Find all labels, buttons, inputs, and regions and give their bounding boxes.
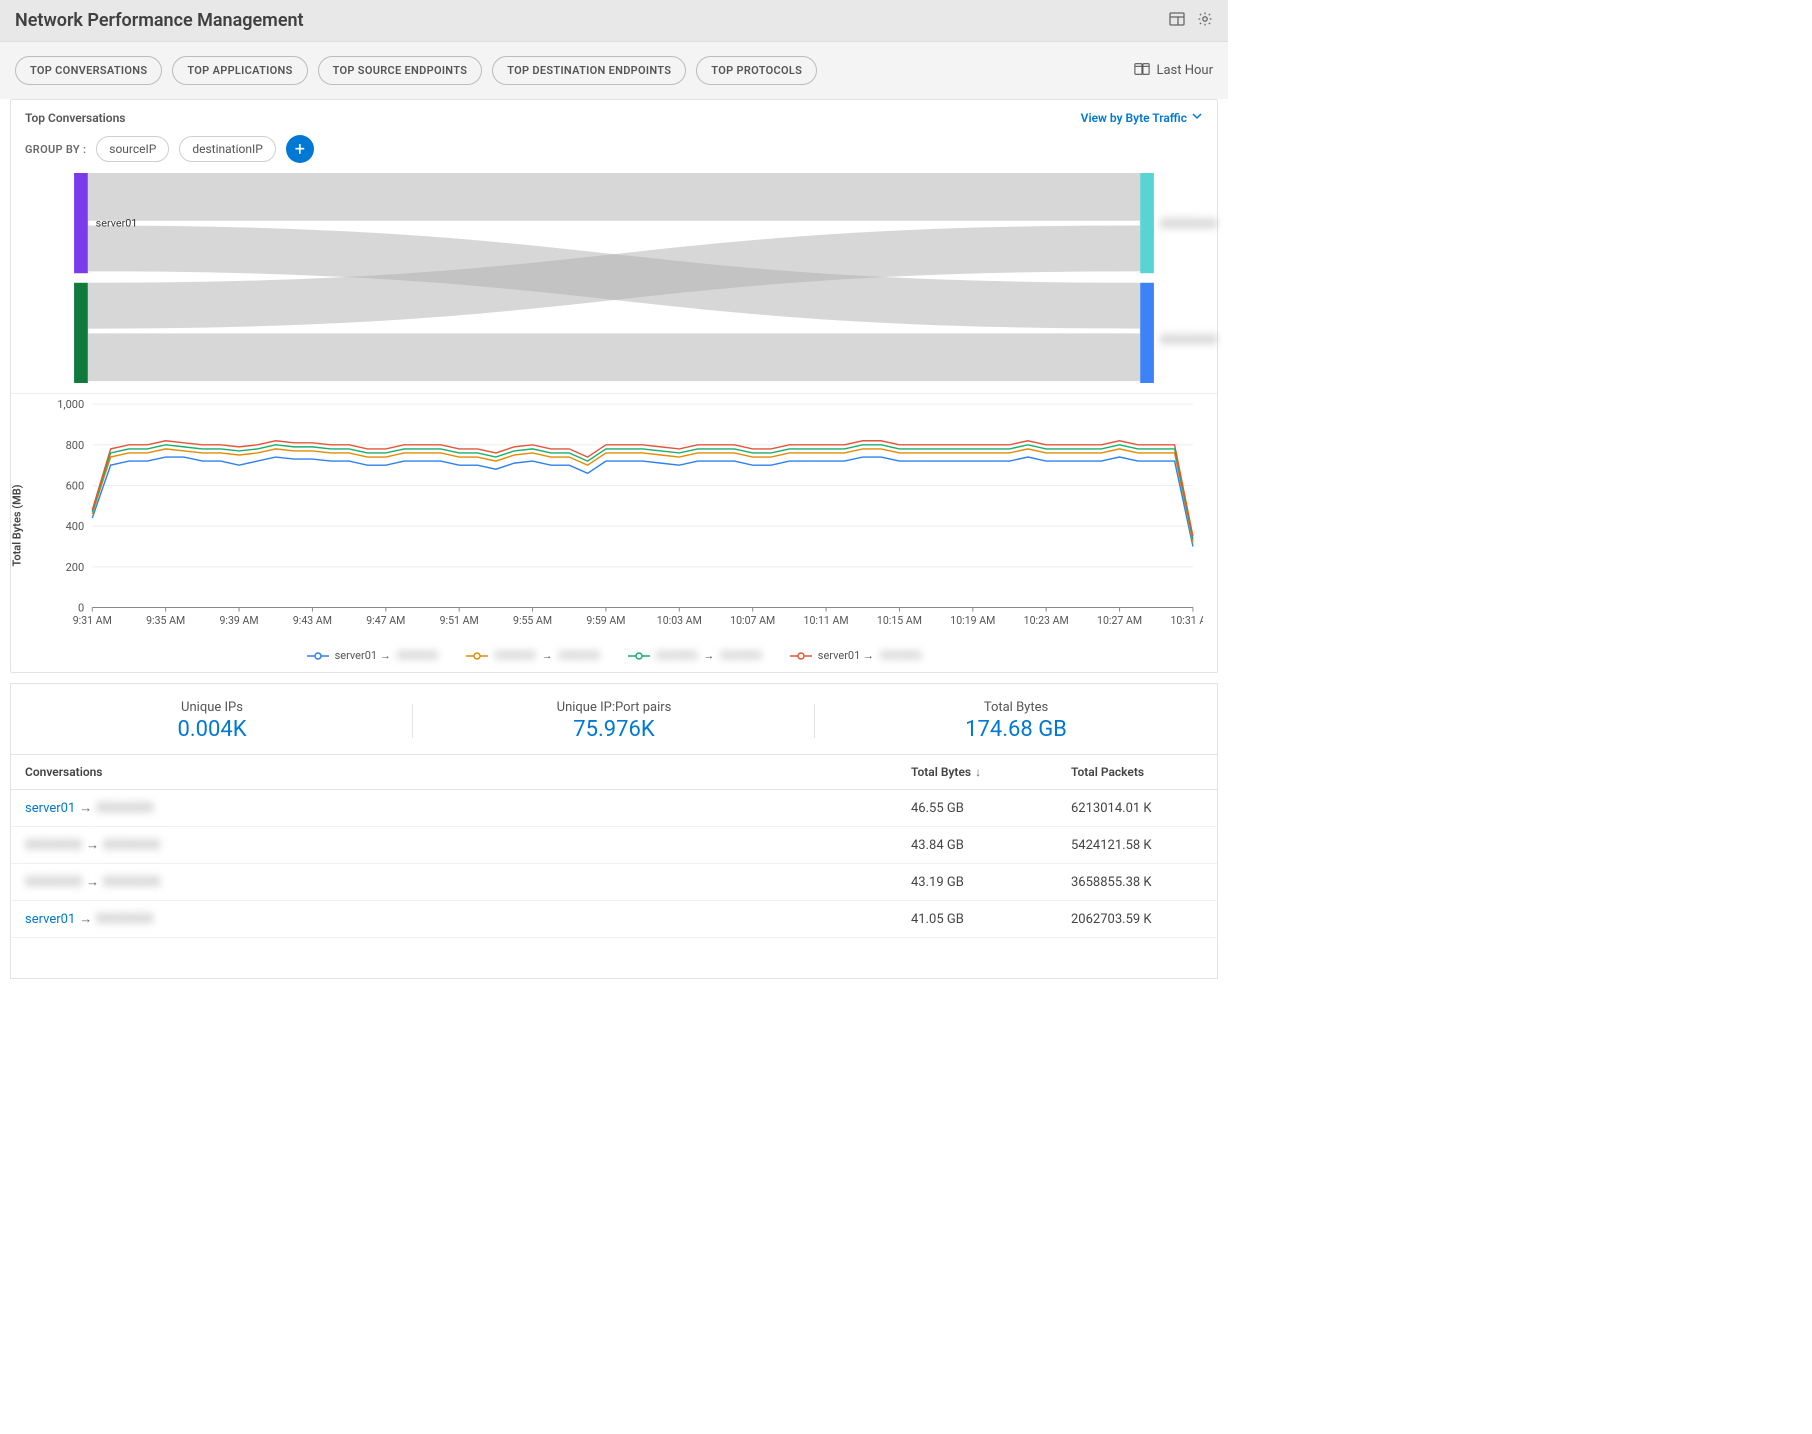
sankey-right-label-1: XXXXXXX [1160, 333, 1217, 348]
sankey-right-label-0: XXXXXXX [1160, 217, 1217, 232]
view-by-label: View by Byte Traffic [1081, 111, 1187, 125]
svg-text:9:35 AM: 9:35 AM [146, 614, 185, 627]
legend-item-0[interactable]: server01 → XXXXXX [307, 649, 439, 662]
svg-text:10:03 AM: 10:03 AM [657, 614, 702, 627]
panel-title: Top Conversations [25, 111, 125, 125]
stat-total-bytes: Total Bytes 174.68 GB [815, 700, 1217, 742]
tab-top-source-endpoints[interactable]: TOP SOURCE ENDPOINTS [318, 56, 483, 85]
svg-text:10:27 AM: 10:27 AM [1097, 614, 1142, 627]
legend-swatch-3 [790, 651, 812, 661]
stat-unique-ips: Unique IPs 0.004K [11, 700, 413, 742]
sankey-left-label-0: server01 [96, 217, 138, 230]
line-chart: Total Bytes (MB) 0 200 400 600 800 1,000 9:31 … [11, 393, 1217, 643]
legend-item-2[interactable]: XXXXXX → XXXXXX [628, 649, 762, 662]
conversations-table: Conversations Total Bytes↓ Total Packets… [11, 754, 1217, 938]
top-conversations-panel: Top Conversations View by Byte Traffic G… [10, 99, 1218, 673]
stats-panel: Unique IPs 0.004K Unique IP:Port pairs 7… [10, 683, 1218, 979]
page-header: Network Performance Management [0, 0, 1228, 42]
th-conversations[interactable]: Conversations [11, 755, 897, 790]
tab-top-destination-endpoints[interactable]: TOP DESTINATION ENDPOINTS [492, 56, 686, 85]
plus-icon: + [295, 139, 305, 160]
table-row[interactable]: server01→XXXXXXX46.55 GB6213014.01 K [11, 790, 1217, 827]
calendar-icon [1134, 62, 1150, 80]
legend-swatch-1 [466, 651, 488, 661]
add-groupby-button[interactable]: + [286, 135, 314, 163]
time-picker-label: Last Hour [1156, 63, 1213, 78]
svg-text:800: 800 [66, 439, 85, 452]
svg-text:0: 0 [78, 602, 84, 615]
svg-text:9:59 AM: 9:59 AM [586, 614, 625, 627]
sankey-chart: server01 XXXXXXX XXXXXXX [11, 173, 1217, 393]
chevron-down-icon [1191, 110, 1203, 125]
th-total-bytes[interactable]: Total Bytes↓ [897, 755, 1057, 790]
svg-text:9:31 AM: 9:31 AM [73, 614, 112, 627]
tab-top-conversations[interactable]: TOP CONVERSATIONS [15, 56, 162, 85]
page-title: Network Performance Management [15, 10, 304, 31]
svg-text:9:55 AM: 9:55 AM [513, 614, 552, 627]
svg-text:10:11 AM: 10:11 AM [804, 614, 849, 627]
view-by-dropdown[interactable]: View by Byte Traffic [1081, 110, 1203, 125]
svg-text:400: 400 [66, 520, 85, 533]
sort-desc-icon: ↓ [975, 765, 981, 779]
legend-swatch-2 [628, 651, 650, 661]
svg-text:1,000: 1,000 [57, 398, 84, 411]
tab-top-protocols[interactable]: TOP PROTOCOLS [696, 56, 817, 85]
time-picker[interactable]: Last Hour [1134, 62, 1213, 80]
legend-item-1[interactable]: XXXXXX → XXXXXX [466, 649, 600, 662]
legend-item-3[interactable]: server01 → XXXXXX [790, 649, 922, 662]
table-row[interactable]: server01→XXXXXXX41.05 GB2062703.59 K [11, 901, 1217, 938]
tab-top-applications[interactable]: TOP APPLICATIONS [172, 56, 307, 85]
svg-text:9:51 AM: 9:51 AM [440, 614, 479, 627]
table-row[interactable]: XXXXXXX→XXXXXXX43.19 GB3658855.38 K [11, 864, 1217, 901]
groupby-chip-sourceip[interactable]: sourceIP [96, 136, 169, 162]
svg-text:9:39 AM: 9:39 AM [220, 614, 259, 627]
svg-text:10:23 AM: 10:23 AM [1024, 614, 1069, 627]
legend-swatch-0 [307, 651, 329, 661]
groupby-label: GROUP BY : [25, 143, 86, 156]
y-axis-title: Total Bytes (MB) [11, 484, 24, 566]
stat-unique-ipport: Unique IP:Port pairs 75.976K [413, 700, 815, 742]
svg-text:10:31 AM: 10:31 AM [1170, 614, 1203, 627]
svg-text:9:43 AM: 9:43 AM [293, 614, 332, 627]
stats-row: Unique IPs 0.004K Unique IP:Port pairs 7… [11, 684, 1217, 754]
gear-icon[interactable] [1197, 11, 1213, 31]
tabs-bar: TOP CONVERSATIONS TOP APPLICATIONS TOP S… [0, 42, 1228, 99]
groupby-chip-destinationip[interactable]: destinationIP [179, 136, 275, 162]
svg-text:200: 200 [66, 561, 85, 574]
svg-text:600: 600 [66, 480, 85, 493]
line-chart-legend: server01 → XXXXXX XXXXXX → XXXXXX XXXXXX… [11, 643, 1217, 672]
svg-text:10:19 AM: 10:19 AM [950, 614, 995, 627]
table-row[interactable]: XXXXXXX→XXXXXXX43.84 GB5424121.58 K [11, 827, 1217, 864]
svg-text:9:47 AM: 9:47 AM [366, 614, 405, 627]
tabs: TOP CONVERSATIONS TOP APPLICATIONS TOP S… [15, 56, 817, 85]
layout-icon[interactable] [1169, 11, 1185, 31]
svg-text:10:15 AM: 10:15 AM [877, 614, 922, 627]
th-total-packets[interactable]: Total Packets [1057, 755, 1217, 790]
svg-text:10:07 AM: 10:07 AM [730, 614, 775, 627]
